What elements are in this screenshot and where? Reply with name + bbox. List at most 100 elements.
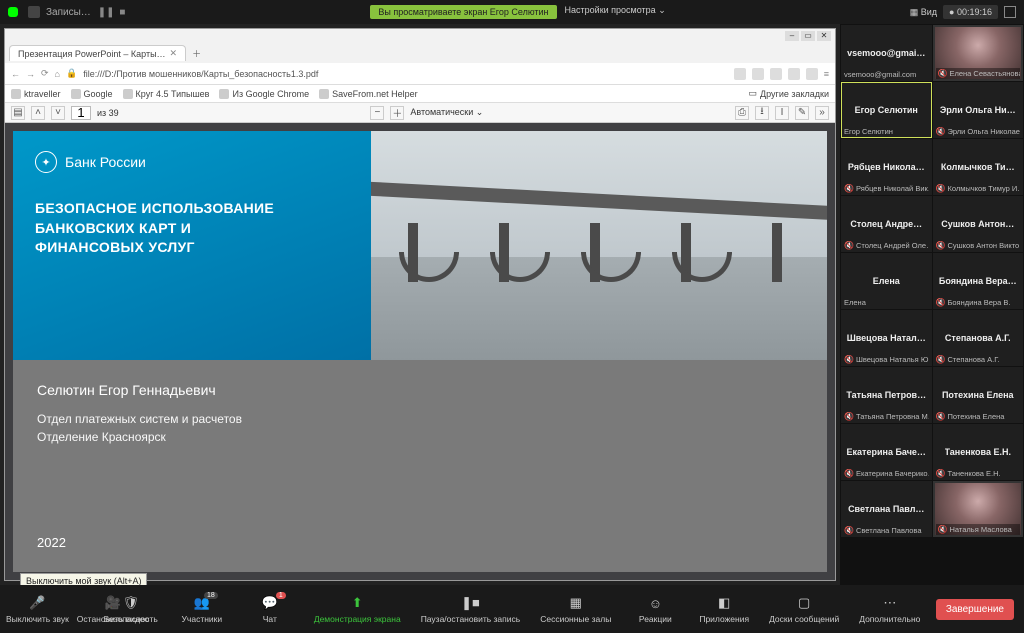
muted-icon: 🔇 [936,184,946,193]
participant-tile[interactable]: Бояндина Вера…🔇Бояндина Вера В. [933,253,1024,309]
bookmark-item[interactable]: Круг 4.5 Типышев [123,89,210,99]
rooms-icon: ▦ [567,594,585,612]
tab-title: Презентация PowerPoint – Карты… [18,49,166,59]
ext-icon-2[interactable] [752,68,764,80]
participant-tile[interactable]: Татьяна Петров…🔇Татьяна Петровна М… [841,367,932,423]
participant-label: 🔇Светлана Павлова [844,526,929,535]
close-icon[interactable]: ✕ [817,31,831,41]
participant-tile[interactable]: Светлана Павл… 🔇Светлана Павлова [841,481,932,537]
participant-tile[interactable]: Степанова А.Г.🔇Степанова А.Г. [933,310,1024,366]
pdf-viewport[interactable]: ✦ Банк России БЕЗОПАСНОЕ ИСПОЛЬЗОВАНИЕ Б… [5,123,835,580]
participant-name: Егор Селютин [855,105,918,115]
fullscreen-icon[interactable] [1004,6,1016,18]
page-total: из 39 [97,108,119,118]
forward-icon[interactable]: → [26,69,35,79]
view-button[interactable]: ▦ Вид [910,7,937,18]
participant-tile[interactable]: Егор СелютинЕгор Селютин [841,82,932,138]
shield-icon[interactable] [28,6,40,18]
participant-tile[interactable]: Эрли Ольга Ни…🔇Эрли Ольга Николае… [933,82,1024,138]
participants-count: 18 [204,592,218,599]
ext-icon-5[interactable] [806,68,818,80]
reload-icon[interactable]: ⟳ [41,68,49,79]
ext-icon-1[interactable] [734,68,746,80]
browser-tab[interactable]: Презентация PowerPoint – Карты… ✕ [9,45,186,61]
page-input[interactable] [71,106,91,120]
participant-label: 🔇Колмычков Тимур И… [936,184,1021,193]
other-bookmarks[interactable]: ▭ Другие закладки [749,88,829,99]
ext-icon-3[interactable] [770,68,782,80]
breakout-rooms-button[interactable]: ▦Сессионные залы [540,594,611,624]
participant-tile[interactable]: Потехина Елена🔇Потехина Елена [933,367,1024,423]
participant-tile[interactable]: Колмычков Ти… 🔇Колмычков Тимур И… [933,139,1024,195]
menu-icon[interactable]: ≡ [824,69,829,79]
draw-icon[interactable]: ✎ [795,106,809,120]
muted-icon: 🔇 [938,69,948,78]
zoom-out-icon[interactable]: − [370,106,384,120]
bookmark-item[interactable]: ktraveller [11,89,61,99]
record-icon: ❚■ [461,594,479,612]
chat-button[interactable]: 💬1Чат [246,594,294,624]
back-icon[interactable]: ← [11,69,20,79]
end-meeting-button[interactable]: Завершение [936,599,1014,620]
participant-tile[interactable]: 🔇Елена Севастьянова [933,25,1024,81]
apps-button[interactable]: ◧Приложения [699,594,749,624]
participant-tile[interactable]: Швецова Натал…🔇Швецова Наталья Ю… [841,310,932,366]
share-screen-button[interactable]: ⬆Демонстрация экрана [314,594,401,624]
participant-name: vsemooo@gmai… [847,48,925,58]
app-topbar: Записы… ❚❚ ■ Вы просматриваете экран Его… [0,0,1024,24]
page-up-icon[interactable]: ˄ [31,106,45,120]
view-settings-link[interactable]: Настройки просмотра ⌄ [565,5,666,19]
shield-icon: 🛡 [122,594,140,612]
muted-icon: 🔇 [844,184,854,193]
slide: ✦ Банк России БЕЗОПАСНОЕ ИСПОЛЬЗОВАНИЕ Б… [13,131,827,572]
maximize-icon[interactable]: ▭ [801,31,815,41]
participant-name: Светлана Павл… [848,504,924,514]
pause-icon[interactable]: ❚❚ [98,7,115,18]
page-down-icon[interactable]: ˅ [51,106,65,120]
bookmark-item[interactable]: Из Google Chrome [219,89,309,99]
chat-unread-badge: 1 [276,592,286,599]
print-icon[interactable]: ⎙ [735,106,749,120]
participants-button[interactable]: 👥18Участники [178,594,226,624]
bookmark-item[interactable]: SaveFrom.net Helper [319,89,418,99]
participant-label: 🔇Татьяна Петровна М… [844,412,929,421]
home-icon[interactable]: ⌂ [55,69,60,79]
sidebar-toggle-icon[interactable]: ▤ [11,106,25,120]
address-bar[interactable]: file:///D:/Против мошенников/Карты_безоп… [83,69,728,79]
timer: ● 00:19:16 [943,5,998,19]
reactions-button[interactable]: ☺Реакции [631,594,679,624]
text-select-icon[interactable]: I [775,106,789,120]
pdf-more-icon[interactable]: » [815,106,829,120]
bookmark-item[interactable]: Google [71,89,113,99]
participants-grid: vsemooo@gmai…vsemooo@gmail.com 🔇Елена Сев… [840,24,1024,585]
pause-record-button[interactable]: ❚■Пауза/остановить запись [421,594,521,624]
zoom-in-icon[interactable]: ＋ [390,106,404,120]
participant-tile[interactable]: Таненкова Е.Н.🔇Таненкова Е.Н. [933,424,1024,480]
save-icon[interactable]: ⭳ [755,106,769,120]
tab-close-icon[interactable]: ✕ [170,48,178,59]
participant-tile[interactable]: Столец Андре…🔇Столец Андрей Оле… [841,196,932,252]
participant-name: Потехина Елена [942,390,1014,400]
mute-button[interactable]: 🎤Выключить звук [6,594,69,624]
participant-tile[interactable]: Екатерина Баче…🔇Екатерина Бачерико… [841,424,932,480]
participant-tile[interactable]: Сушков Антон…🔇Сушков Антон Викто… [933,196,1024,252]
boards-button[interactable]: ▢Доски сообщений [769,594,839,624]
participant-tile[interactable]: ЕленаЕлена [841,253,932,309]
participant-name: Столец Андре… [850,219,922,229]
share-icon: ⬆ [348,594,366,612]
mic-icon: 🎤 [28,594,46,612]
ext-icon-4[interactable] [788,68,800,80]
participant-tile[interactable]: vsemooo@gmai…vsemooo@gmail.com [841,25,932,81]
stop-icon[interactable]: ■ [119,7,125,18]
minimize-icon[interactable]: – [785,31,799,41]
participant-label: 🔇Екатерина Бачерико… [844,469,929,478]
participant-tile[interactable]: Рябцев Никола…🔇Рябцев Николай Вик… [841,139,932,195]
zoom-select[interactable]: Автоматически ⌄ [410,107,483,118]
participant-tile[interactable]: 🔇Наталья Маслова [933,481,1024,537]
new-tab-button[interactable]: ＋ [192,47,201,60]
security-button[interactable]: 🛡Безопасность [104,594,158,624]
more-button[interactable]: ⋯Дополнительно [859,594,920,624]
participant-label: 🔇Елена Севастьянова [936,68,1021,79]
participant-name: Колмычков Ти… [941,162,1015,172]
bookmark-icon [219,89,229,99]
